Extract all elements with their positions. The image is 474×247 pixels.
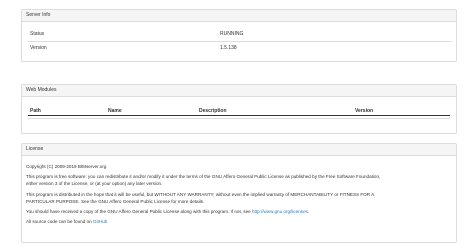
- source-code-line: All source code can be found on GitHub: [26, 218, 448, 225]
- license-paragraph-2-line-1: This program is distributed in the hope …: [26, 191, 375, 197]
- version-label: Version: [28, 40, 218, 54]
- web-modules-heading: Web Modules: [22, 85, 456, 97]
- web-modules-table-header: Path Name Description Version: [28, 106, 450, 116]
- license-paragraph-1: This program is free software: you can r…: [26, 173, 448, 187]
- status-value: RUNNING: [220, 31, 244, 38]
- license-paragraph-2: This program is distributed in the hope …: [26, 191, 448, 205]
- column-header-path: Path: [30, 108, 41, 114]
- license-paragraph-3-text: You should have received a copy of the G…: [26, 209, 251, 214]
- version-value: 1.5.138: [218, 40, 452, 54]
- table-row: Status RUNNING: [28, 28, 452, 41]
- web-modules-panel: Web Modules Path Name Description Versio…: [21, 84, 457, 134]
- server-info-panel: Server Info Status RUNNING Version 1.5.1…: [21, 9, 457, 62]
- license-panel: License Copyright (C) 2009-2019 BIMserve…: [21, 143, 457, 243]
- license-body: Copyright (C) 2009-2019 BIMserver.org Th…: [26, 163, 448, 229]
- column-header-version: Version: [355, 108, 374, 114]
- license-paragraph-2-line-2: PARTICULAR PURPOSE. See the GNU Affero G…: [26, 198, 205, 204]
- column-header-description: Description: [199, 108, 227, 114]
- gnu-licenses-link[interactable]: http://www.gnu.org/licenses: [252, 209, 308, 214]
- server-info-heading: Server Info: [22, 10, 456, 22]
- web-modules-empty-row: [28, 118, 450, 119]
- github-link[interactable]: GitHub: [93, 219, 107, 224]
- source-code-text: All source code can be found on: [26, 219, 92, 224]
- license-heading: License: [22, 144, 456, 156]
- column-header-name: Name: [108, 108, 122, 114]
- table-row: Version 1.5.138: [28, 40, 452, 54]
- license-paragraph-1-line-2: either version 3 of the License, or (at …: [26, 181, 163, 186]
- license-paragraph-3: You should have received a copy of the G…: [26, 209, 310, 214]
- server-info-table: Status RUNNING Version 1.5.138: [28, 28, 452, 54]
- status-label: Status: [30, 31, 45, 38]
- copyright-text: Copyright (C) 2009-2019 BIMserver.org: [26, 164, 107, 169]
- license-paragraph-1-line-1: This program is free software: you can r…: [26, 174, 381, 179]
